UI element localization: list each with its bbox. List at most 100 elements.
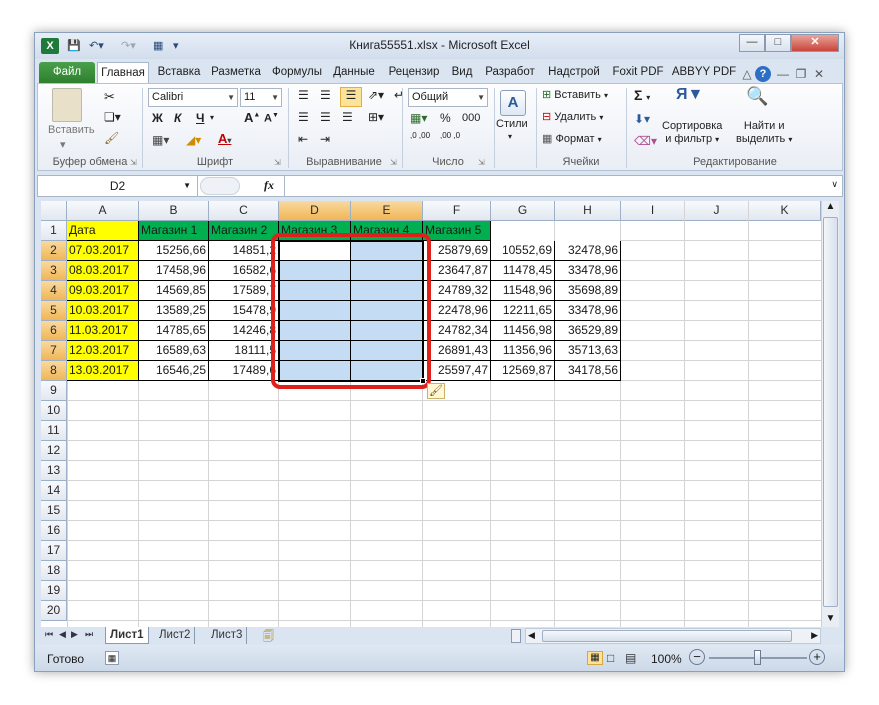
- row-header[interactable]: 2: [41, 241, 67, 261]
- value-cell[interactable]: 17458,96: [139, 261, 209, 281]
- name-box[interactable]: D2 ▼: [38, 176, 198, 196]
- horizontal-scrollbar[interactable]: ◀ ▶: [525, 628, 821, 644]
- maximize-button[interactable]: □: [765, 34, 791, 52]
- row-header[interactable]: 11: [41, 421, 67, 441]
- empty-grid-area[interactable]: [67, 381, 821, 627]
- value-cell[interactable]: 14569,85: [139, 281, 209, 301]
- tab-formulas[interactable]: Формулы: [269, 62, 325, 83]
- value-cell[interactable]: 14785,65: [139, 321, 209, 341]
- selected-cell[interactable]: [351, 261, 423, 281]
- selected-cell[interactable]: [279, 321, 351, 341]
- tab-data[interactable]: Данные: [329, 62, 379, 83]
- workbook-restore-icon[interactable]: ❐: [793, 66, 809, 82]
- value-cell[interactable]: 23647,87: [423, 261, 491, 281]
- header-cell-store-1[interactable]: Магазин 1: [139, 221, 209, 241]
- value-cell[interactable]: 14851,2: [209, 241, 279, 261]
- header-cell-store-4[interactable]: Магазин 4: [351, 221, 423, 241]
- underline-button[interactable]: Ч: [196, 111, 204, 125]
- row-header[interactable]: 9: [41, 381, 67, 401]
- row-header[interactable]: 12: [41, 441, 67, 461]
- font-size-select[interactable]: 11 ▼: [240, 88, 282, 107]
- styles-dropdown-icon[interactable]: ▾: [508, 132, 512, 141]
- scroll-up-icon[interactable]: ▲: [822, 201, 839, 215]
- value-cell[interactable]: 35713,63: [555, 341, 621, 361]
- tab-addins[interactable]: Надстрой: [543, 62, 605, 83]
- selected-cell[interactable]: [279, 361, 351, 381]
- column-header-j[interactable]: J: [685, 201, 749, 221]
- vertical-scroll-thumb[interactable]: [823, 217, 838, 607]
- clear-icon[interactable]: ⌫▾: [634, 134, 657, 148]
- tab-page-layout[interactable]: Разметка: [207, 62, 265, 83]
- italic-button[interactable]: К: [174, 111, 181, 125]
- bold-button[interactable]: Ж: [152, 111, 163, 125]
- header-cell-store-3[interactable]: Магазин 3: [279, 221, 351, 241]
- sheet-nav-prev-icon[interactable]: ◀: [59, 629, 66, 640]
- selected-cell[interactable]: [279, 341, 351, 361]
- value-cell[interactable]: 24789,32: [423, 281, 491, 301]
- align-center-icon[interactable]: ☰: [320, 110, 331, 124]
- select-all-corner[interactable]: [41, 201, 67, 221]
- zoom-level[interactable]: 100%: [651, 652, 682, 666]
- row-header[interactable]: 7: [41, 341, 67, 361]
- value-cell[interactable]: 17589,7: [209, 281, 279, 301]
- tab-view[interactable]: Вид: [447, 62, 477, 83]
- page-break-view-icon[interactable]: ▤: [625, 651, 636, 665]
- value-cell[interactable]: 16589,63: [139, 341, 209, 361]
- row-header[interactable]: 8: [41, 361, 67, 381]
- row-header[interactable]: 4: [41, 281, 67, 301]
- decrease-indent-icon[interactable]: ⇤: [298, 132, 308, 146]
- row-header[interactable]: 20: [41, 601, 67, 621]
- cut-icon[interactable]: ✂: [104, 89, 115, 105]
- column-header-e[interactable]: E: [351, 201, 423, 221]
- value-cell[interactable]: 15256,66: [139, 241, 209, 261]
- row-header[interactable]: 13: [41, 461, 67, 481]
- tab-abbyy-pdf[interactable]: ABBYY PDF: [671, 62, 737, 83]
- orientation-icon[interactable]: ⇗▾: [368, 88, 384, 102]
- help-icon[interactable]: ?: [755, 66, 771, 82]
- paste-options-icon[interactable]: 🖌: [427, 383, 445, 399]
- tab-file[interactable]: Файл: [39, 62, 95, 83]
- selected-cell[interactable]: [279, 281, 351, 301]
- tab-split-handle[interactable]: [511, 629, 521, 643]
- fill-icon[interactable]: ⬇▾: [634, 112, 650, 126]
- format-painter-icon[interactable]: 🖌: [104, 131, 119, 145]
- value-cell[interactable]: 35698,89: [555, 281, 621, 301]
- align-top-icon[interactable]: ☰: [298, 88, 309, 102]
- vertical-scrollbar[interactable]: ▲ ▼: [821, 201, 839, 627]
- delete-cells-button[interactable]: ⊟ Удалить ▾: [542, 110, 603, 123]
- value-cell[interactable]: 16546,25: [139, 361, 209, 381]
- decrease-decimal-button[interactable]: ,00 ,0: [440, 132, 466, 140]
- tab-insert[interactable]: Вставка: [153, 62, 205, 83]
- column-header-b[interactable]: B: [139, 201, 209, 221]
- copy-icon[interactable]: ❏▾: [104, 110, 121, 124]
- tab-foxit-pdf[interactable]: Foxit PDF: [607, 62, 669, 83]
- row-header[interactable]: 16: [41, 521, 67, 541]
- tab-developer[interactable]: Разработ: [479, 62, 541, 83]
- selected-cell[interactable]: [351, 341, 423, 361]
- selected-cell[interactable]: [351, 321, 423, 341]
- value-cell[interactable]: 25597,47: [423, 361, 491, 381]
- value-cell[interactable]: 10552,69: [491, 241, 555, 261]
- fill-color-icon[interactable]: ◢▾: [186, 133, 201, 147]
- row-header[interactable]: 14: [41, 481, 67, 501]
- sheet-tab-1[interactable]: Лист1: [105, 627, 149, 644]
- zoom-slider-thumb[interactable]: [754, 650, 761, 665]
- column-header-d[interactable]: D: [279, 201, 351, 221]
- autosum-icon[interactable]: Σ ▾: [634, 87, 650, 103]
- value-cell[interactable]: 36529,89: [555, 321, 621, 341]
- row-header[interactable]: 10: [41, 401, 67, 421]
- value-cell[interactable]: 22478,96: [423, 301, 491, 321]
- close-button[interactable]: ✕: [791, 34, 839, 52]
- value-cell[interactable]: 15478,9: [209, 301, 279, 321]
- date-cell[interactable]: 13.03.2017: [67, 361, 139, 381]
- sheet-nav-next-icon[interactable]: ▶: [71, 629, 78, 640]
- merge-center-icon[interactable]: ⊞▾: [368, 110, 384, 124]
- paste-icon[interactable]: [52, 88, 82, 122]
- tab-home[interactable]: Главная: [97, 62, 149, 83]
- selected-cell[interactable]: [351, 281, 423, 301]
- percent-style-button[interactable]: %: [440, 111, 451, 125]
- header-cell-store-2[interactable]: Магазин 2: [209, 221, 279, 241]
- sheet-tab-3[interactable]: Лист3: [207, 627, 248, 644]
- row-header[interactable]: 15: [41, 501, 67, 521]
- date-cell[interactable]: 09.03.2017: [67, 281, 139, 301]
